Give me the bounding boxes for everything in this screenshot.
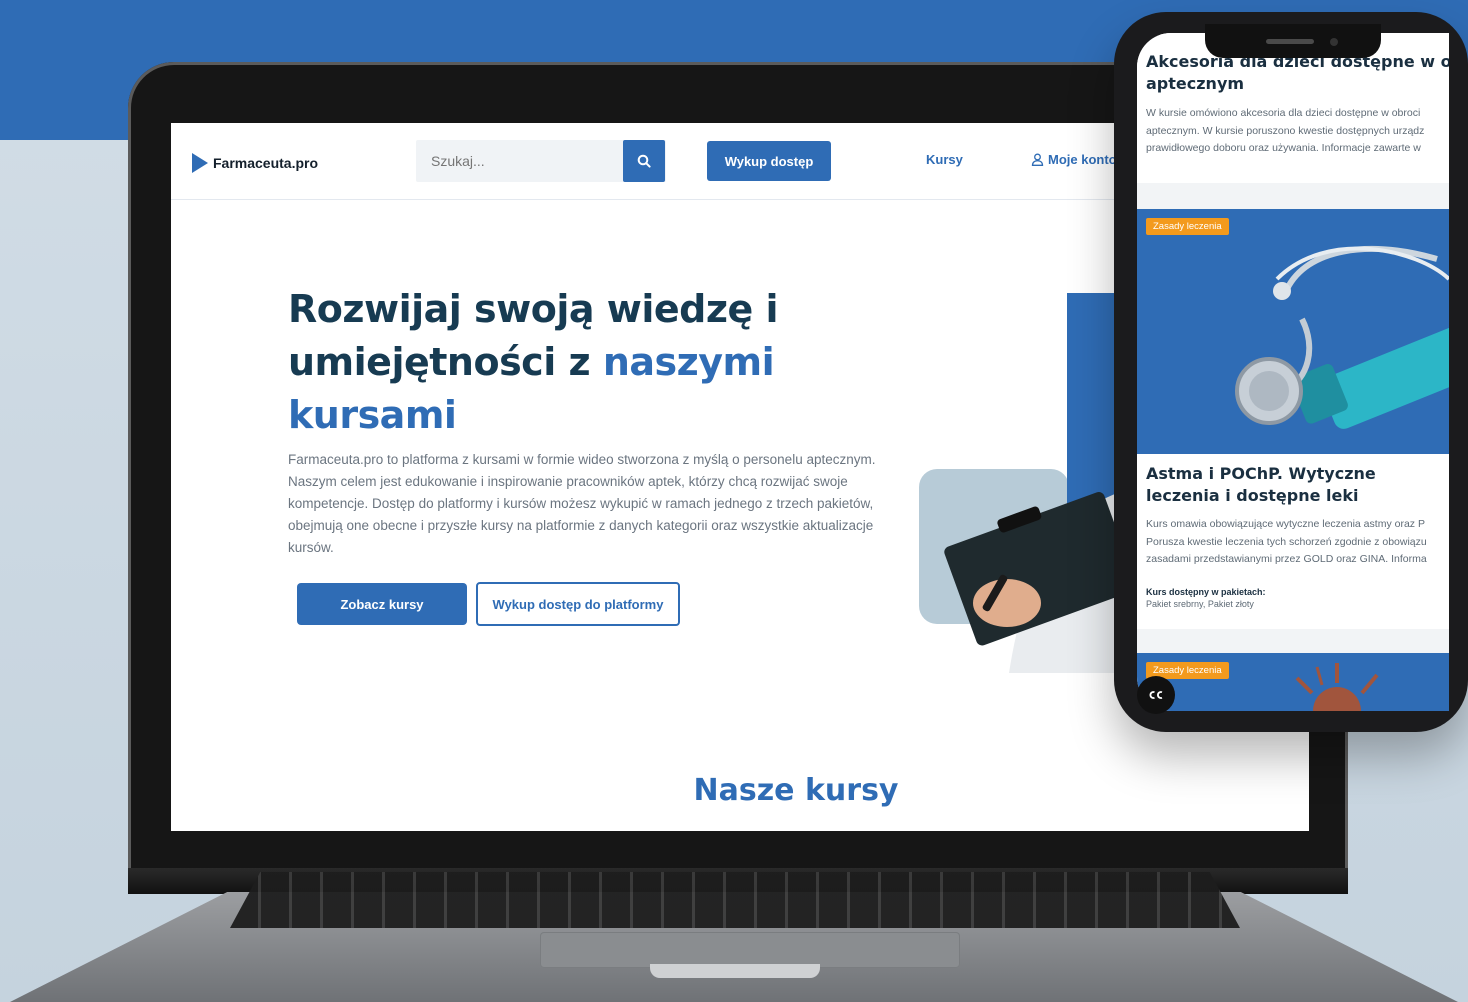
nav-link-account[interactable]: Moje konto: [1031, 152, 1117, 167]
course-description-line: Porusza kwestie leczenia tych schorzeń z…: [1146, 535, 1427, 548]
user-icon: [1031, 153, 1044, 166]
course-thumbnail: Zasady leczenia: [1137, 209, 1449, 454]
logo-text: Farmaceuta.pro: [213, 155, 319, 171]
course-description-line: Kurs omawia obowiązujące wytyczne leczen…: [1146, 518, 1425, 530]
course-description-line: W kursie omówiono akcesoria dla dzieci d…: [1146, 107, 1421, 119]
course-description-line: zasadami przedstawianymi przez GOLD oraz…: [1146, 553, 1427, 565]
buy-platform-access-button[interactable]: Wykup dostęp do platformy: [476, 582, 680, 626]
course-title-line: aptecznym: [1146, 74, 1245, 93]
packages-value: Pakiet srebrny, Pakiet złoty: [1146, 599, 1254, 609]
laptop-keyboard: [230, 872, 1240, 928]
nav-link-courses[interactable]: Kursy: [926, 152, 963, 167]
search-button[interactable]: [623, 140, 665, 182]
course-card[interactable]: Zasady leczenia Astma i POChP. Wytyczne …: [1137, 209, 1449, 629]
closed-captions-icon: [1149, 691, 1163, 699]
hero-title: Rozwijaj swoją wiedzę i umiejętności z n…: [288, 283, 828, 442]
see-courses-button[interactable]: Zobacz kursy: [297, 583, 467, 625]
site-logo[interactable]: Farmaceuta.pro: [192, 153, 318, 173]
laptop-lid-notch: [650, 964, 820, 978]
search-icon: [637, 154, 651, 168]
closed-captions-button[interactable]: [1137, 676, 1175, 714]
phone-screen: Akcesoria dla dzieci dostępne w obroci a…: [1137, 33, 1449, 711]
course-description-line: prawidłowego doboru oraz używania. Infor…: [1146, 142, 1421, 154]
stethoscope-inhaler-image: [1235, 246, 1449, 429]
phone-camera: [1330, 38, 1338, 46]
category-tag: Zasady leczenia: [1146, 218, 1229, 235]
account-label: Moje konto: [1048, 152, 1117, 167]
phone-speaker: [1266, 39, 1314, 44]
laptop-trackpad: [540, 932, 960, 968]
course-description-line: aptecznym. W kursie poruszono kwestie do…: [1146, 124, 1425, 137]
play-triangle-icon: [192, 153, 208, 173]
course-description: Kurs omawia obowiązujące wytyczne leczen…: [1146, 516, 1449, 569]
packages-label: Kurs dostępny w pakietach:: [1146, 587, 1266, 597]
buy-access-button[interactable]: Wykup dostęp: [707, 141, 831, 181]
courses-section-title: Nasze kursy: [693, 773, 899, 808]
course-title: Astma i POChP. Wytyczne leczenia i dostę…: [1146, 464, 1376, 505]
hero-description: Farmaceuta.pro to platforma z kursami w …: [288, 452, 876, 555]
course-card[interactable]: Zasady leczenia: [1137, 653, 1449, 711]
course-description: W kursie omówiono akcesoria dla dzieci d…: [1146, 105, 1449, 158]
